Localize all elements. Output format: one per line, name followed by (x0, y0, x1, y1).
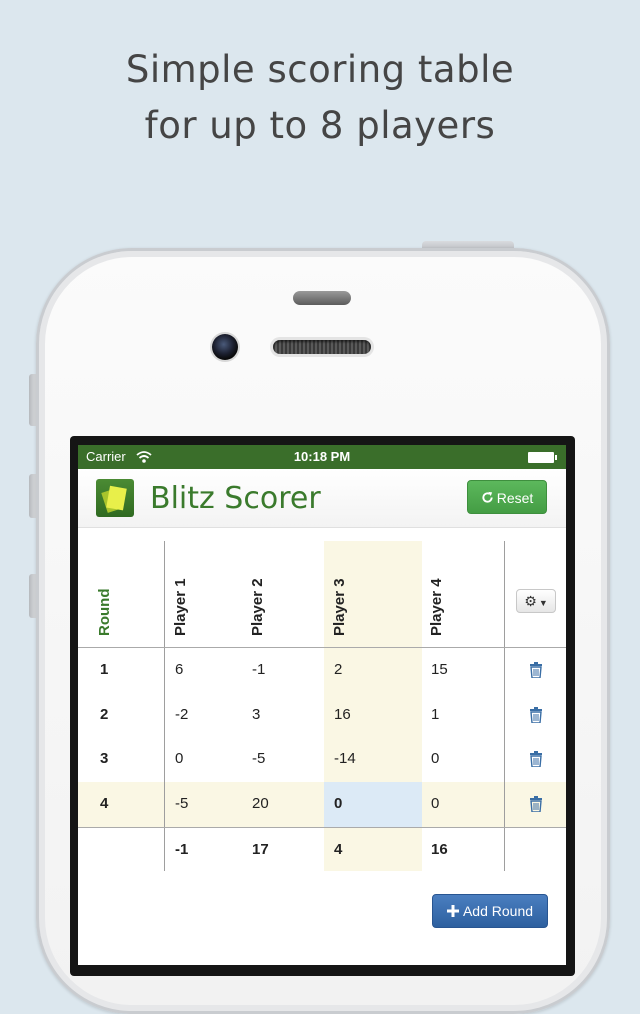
reset-label: Reset (496, 490, 534, 506)
settings-dropdown-button[interactable]: ⚙ ▼ (516, 589, 556, 613)
round-number: 4 (100, 795, 109, 812)
round-number: 1 (100, 661, 109, 678)
column-divider (164, 541, 165, 871)
score-table: Round Player 1 Player 2 Player 3 Player … (78, 541, 566, 871)
player-4-header[interactable]: Player 4 (428, 578, 445, 636)
gear-icon: ⚙ (524, 593, 537, 609)
plus-icon (446, 905, 459, 917)
score-cell[interactable]: 3 (252, 706, 260, 723)
header-divider (78, 647, 566, 648)
score-cell[interactable]: 0 (175, 750, 183, 767)
totals-divider (78, 827, 566, 828)
front-camera (212, 334, 238, 360)
earpiece-speaker (273, 340, 371, 354)
cards-logo-icon (96, 479, 134, 517)
score-cell[interactable]: 0 (431, 750, 439, 767)
score-cell[interactable]: -5 (252, 750, 265, 767)
player-2-header[interactable]: Player 2 (249, 578, 266, 636)
total-cell: 17 (252, 841, 269, 858)
headline-line-2: for up to 8 players (144, 104, 496, 147)
headline-line-1: Simple scoring table (125, 48, 515, 91)
score-cell[interactable]: 20 (252, 795, 269, 812)
score-cell[interactable]: -2 (175, 706, 188, 723)
player-3-header[interactable]: Player 3 (331, 578, 348, 636)
add-round-button[interactable]: Add Round (432, 894, 548, 928)
proximity-sensor (293, 291, 351, 305)
trash-icon[interactable] (529, 751, 543, 767)
player-1-header[interactable]: Player 1 (172, 578, 189, 636)
total-cell: 16 (431, 841, 448, 858)
app-screen: Carrier 10:18 PM Blitz Scorer Reset Roun… (78, 445, 566, 965)
promo-headline: Simple scoring table for up to 8 players (0, 42, 640, 154)
trash-icon[interactable] (529, 707, 543, 723)
score-cell[interactable]: 6 (175, 661, 183, 678)
battery-icon (528, 452, 557, 463)
reset-button[interactable]: Reset (467, 480, 547, 514)
score-cell[interactable]: 2 (334, 661, 342, 678)
score-cell[interactable]: -14 (334, 750, 356, 767)
score-cell[interactable]: 15 (431, 661, 448, 678)
round-number: 2 (100, 706, 109, 723)
round-column-header: Round (96, 588, 113, 636)
add-round-label: Add Round (462, 903, 534, 919)
score-cell[interactable]: 16 (334, 706, 351, 723)
score-cell[interactable]: -1 (252, 661, 265, 678)
selected-score-cell[interactable]: 0 (334, 795, 342, 812)
score-cell[interactable]: 0 (431, 795, 439, 812)
score-cell[interactable]: 1 (431, 706, 439, 723)
score-cell[interactable]: -5 (175, 795, 188, 812)
nav-bar: Blitz Scorer Reset (78, 469, 566, 528)
total-cell: -1 (175, 841, 189, 858)
status-bar: Carrier 10:18 PM (78, 445, 566, 469)
highlight-row (78, 782, 566, 827)
round-number: 3 (100, 750, 109, 767)
column-divider (504, 541, 505, 871)
trash-icon[interactable] (529, 796, 543, 812)
app-title: Blitz Scorer (150, 481, 321, 516)
total-cell: 4 (334, 841, 343, 858)
clock: 10:18 PM (293, 449, 351, 464)
refresh-icon (482, 491, 493, 503)
caret-down-icon: ▼ (538, 598, 548, 608)
trash-icon[interactable] (529, 662, 543, 678)
